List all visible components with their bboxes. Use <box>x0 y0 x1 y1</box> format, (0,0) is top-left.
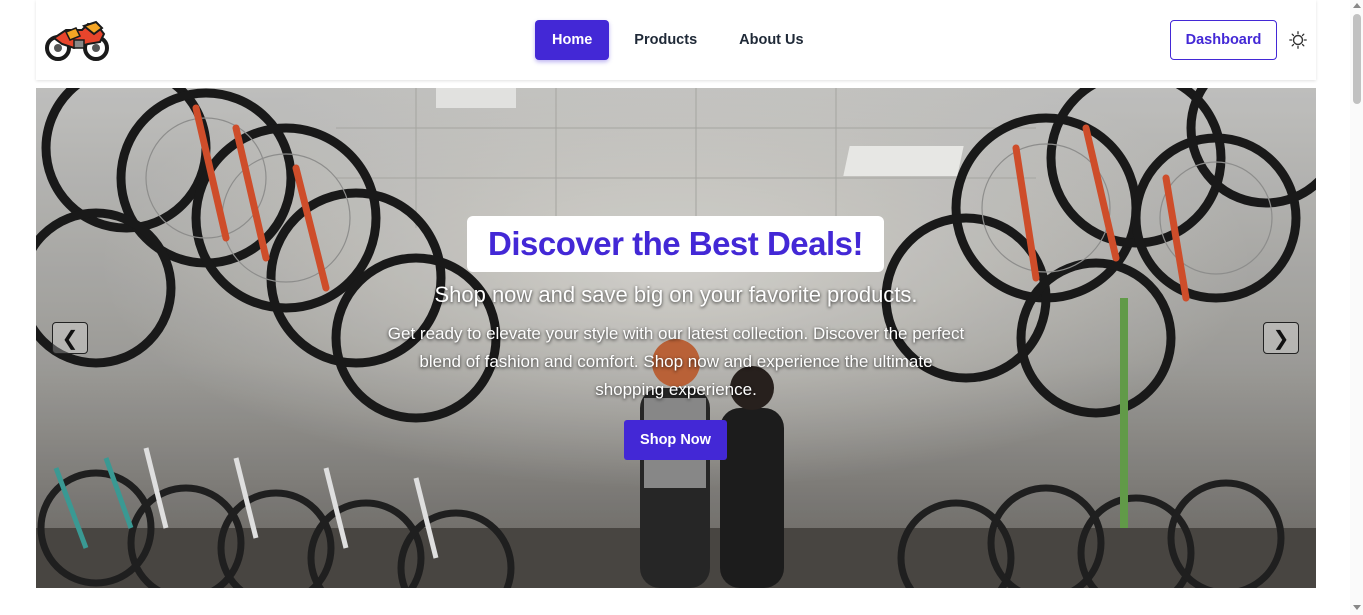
scrollbar[interactable] <box>1350 0 1363 615</box>
nav-about-us[interactable]: About Us <box>722 20 820 60</box>
carousel-next-button[interactable]: ❯ <box>1263 322 1299 354</box>
chevron-right-icon: ❯ <box>1272 327 1290 350</box>
nav-products[interactable]: Products <box>617 20 714 60</box>
hero-title-box: Discover the Best Deals! <box>467 216 884 272</box>
hero-carousel: Discover the Best Deals! Shop now and sa… <box>36 88 1316 588</box>
dashboard-button[interactable]: Dashboard <box>1170 20 1277 60</box>
scrollbar-thumb[interactable] <box>1353 14 1361 104</box>
motorcycle-icon[interactable] <box>44 18 110 62</box>
chevron-left-icon: ❮ <box>61 327 79 350</box>
navbar: Home Products About Us Dashboard <box>36 0 1316 80</box>
shop-now-button[interactable]: Shop Now <box>624 420 727 460</box>
nav-home[interactable]: Home <box>535 20 610 60</box>
hero-title: Discover the Best Deals! <box>488 225 864 262</box>
scroll-up-arrow-icon[interactable] <box>1353 3 1361 8</box>
scroll-down-arrow-icon[interactable] <box>1353 605 1361 610</box>
hero-subtitle: Shop now and save big on your favorite p… <box>434 282 918 307</box>
hero-description: Get ready to elevate your style with our… <box>387 324 965 399</box>
carousel-prev-button[interactable]: ❮ <box>52 322 88 354</box>
sun-icon[interactable] <box>1289 31 1307 49</box>
hero-content: Discover the Best Deals! Shop now and sa… <box>36 88 1316 588</box>
main-nav: Home Products About Us <box>535 20 829 60</box>
page: Home Products About Us Dashboard Discove… <box>0 0 1363 615</box>
